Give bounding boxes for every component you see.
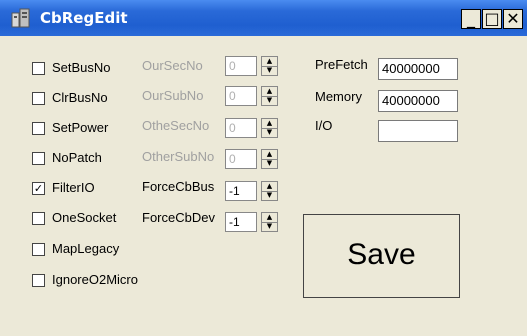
memory-label: Memory [315, 89, 362, 104]
io-label: I/O [315, 118, 333, 133]
cbregedit-window: CbRegEdit _ □ ✕ SetBusNo ClrBusNo SetPow… [0, 0, 527, 336]
othersubno-spinner[interactable]: ▲ ▼ [261, 149, 278, 169]
setbusno-checkbox[interactable] [32, 62, 45, 75]
othersubno-input[interactable]: 0 [225, 149, 257, 169]
spin-down-icon[interactable]: ▼ [262, 128, 277, 137]
dialog-body: SetBusNo ClrBusNo SetPower NoPatch ✓ Fil… [0, 36, 527, 336]
setpower-checkbox[interactable] [32, 122, 45, 135]
spin-down-icon[interactable]: ▼ [262, 96, 277, 105]
oursubno-label: OurSubNo [142, 88, 204, 103]
forcecbdev-label: ForceCbDev [142, 210, 215, 225]
forcecbbus-label: ForceCbBus [142, 179, 215, 194]
clrbusno-checkbox[interactable] [32, 92, 45, 105]
nopatch-label: NoPatch [52, 150, 102, 165]
oursecno-spinner[interactable]: ▲ ▼ [261, 56, 278, 76]
othersubno-label: OtherSubNo [142, 149, 215, 164]
app-icon [11, 8, 30, 28]
forcecbdev-spinner[interactable]: ▲ ▼ [261, 212, 278, 232]
filterio-label: FilterIO [52, 180, 95, 195]
forcecbbus-spinner[interactable]: ▲ ▼ [261, 181, 278, 201]
save-button[interactable]: Save [303, 214, 460, 298]
title-bar[interactable]: CbRegEdit _ □ ✕ [0, 0, 527, 36]
onesocket-checkbox[interactable] [32, 212, 45, 225]
memory-input[interactable]: 40000000 [378, 90, 458, 112]
othesecno-spinner[interactable]: ▲ ▼ [261, 118, 278, 138]
spin-down-icon[interactable]: ▼ [262, 222, 277, 231]
close-button[interactable]: ✕ [503, 9, 523, 29]
spin-down-icon[interactable]: ▼ [262, 66, 277, 75]
maplegacy-checkbox[interactable] [32, 243, 45, 256]
ignoreo2micro-label: IgnoreO2Micro [52, 272, 138, 287]
nopatch-checkbox[interactable] [32, 152, 45, 165]
spin-down-icon[interactable]: ▼ [262, 159, 277, 168]
io-input[interactable] [378, 120, 458, 142]
minimize-button[interactable]: _ [461, 9, 481, 29]
spin-down-icon[interactable]: ▼ [262, 191, 277, 200]
oursubno-spinner[interactable]: ▲ ▼ [261, 86, 278, 106]
clrbusno-label: ClrBusNo [52, 90, 108, 105]
onesocket-label: OneSocket [52, 210, 117, 225]
filterio-checkbox[interactable]: ✓ [32, 182, 45, 195]
window-title: CbRegEdit [40, 9, 128, 27]
othesecno-label: OtheSecNo [142, 118, 210, 133]
ignoreo2micro-checkbox[interactable] [32, 274, 45, 287]
prefetch-input[interactable]: 40000000 [378, 58, 458, 80]
setbusno-label: SetBusNo [52, 60, 111, 75]
oursecno-input[interactable]: 0 [225, 56, 257, 76]
prefetch-label: PreFetch [315, 57, 368, 72]
maplegacy-label: MapLegacy [52, 241, 120, 256]
forcecbdev-input[interactable]: -1 [225, 212, 257, 232]
oursubno-input[interactable]: 0 [225, 86, 257, 106]
oursecno-label: OurSecNo [142, 58, 203, 73]
forcecbbus-input[interactable]: -1 [225, 181, 257, 201]
othesecno-input[interactable]: 0 [225, 118, 257, 138]
maximize-button[interactable]: □ [482, 9, 502, 29]
setpower-label: SetPower [52, 120, 109, 135]
